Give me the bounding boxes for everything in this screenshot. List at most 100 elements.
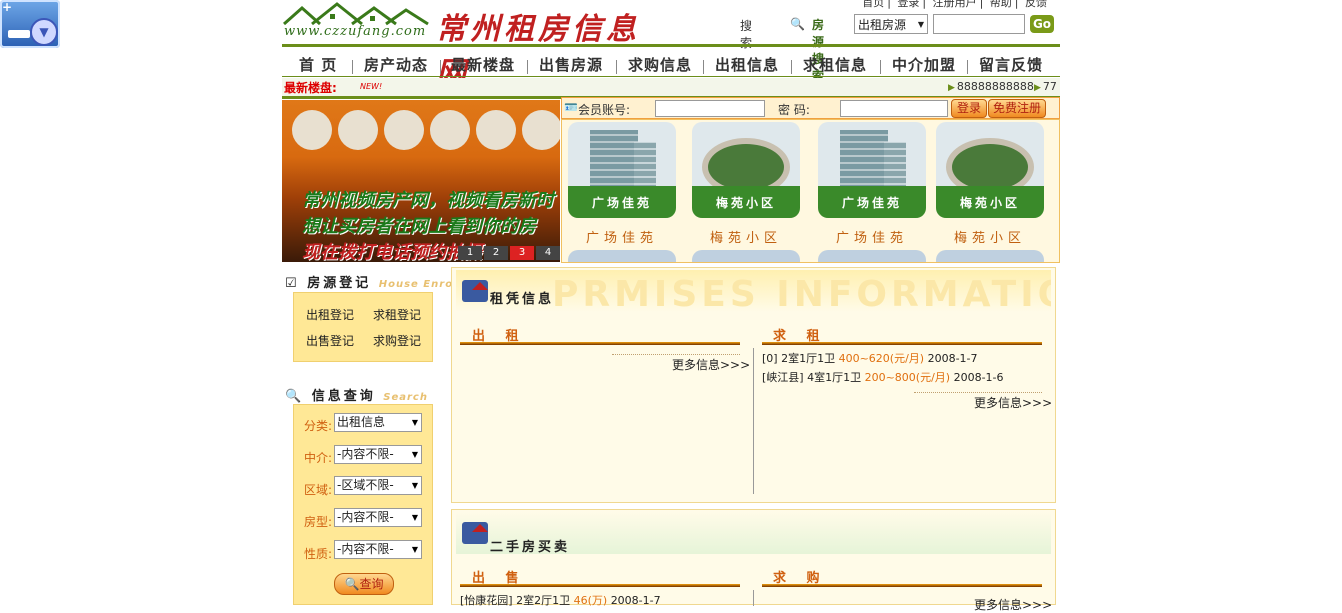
sell-register-link[interactable]: 出售登记 [306, 332, 354, 349]
item-room: 2室1厅1卫 [781, 352, 836, 365]
banner-figure [384, 110, 424, 150]
site-logo[interactable]: www.czzufang.com 常州租房信息网 [282, 0, 662, 91]
top-link-login[interactable]: 登录 [897, 0, 919, 9]
site-container: www.czzufang.com 常州租房信息网 首页 | 登录 | 注册用户 | 帮… [282, 0, 1060, 612]
banner-figure [292, 110, 332, 150]
agency-select[interactable]: -内容不限- [334, 445, 422, 464]
gallery-thumb-2[interactable]: 梅苑小区 [692, 122, 800, 218]
phone-number: 88888888888 [956, 80, 1034, 93]
banner-figure [430, 110, 470, 150]
search-box: 分类: 出租信息 中介: -内容不限- 区域: -区域不限- 房型: -内容不限… [293, 404, 433, 605]
gallery-thumb-3[interactable]: 广场佳苑 [818, 122, 926, 218]
title-underline [762, 342, 1042, 345]
banner-page-3[interactable]: 3 [510, 246, 534, 260]
banner-page-2[interactable]: 2 [484, 246, 508, 260]
thumb-overlay-text: 广场佳苑 [591, 196, 652, 210]
top-link-register[interactable]: 注册用户 [933, 0, 977, 9]
garden-image [708, 144, 784, 190]
nav-news[interactable]: 房产动态 [364, 54, 428, 75]
agency-label: 中介: [304, 451, 333, 465]
search-icon: 🔍 [790, 17, 805, 31]
search-input[interactable] [933, 14, 1025, 34]
register-button[interactable]: 免费注册 [988, 99, 1046, 118]
category-select[interactable]: 出租信息 [334, 413, 422, 432]
wanted-buy-register-link[interactable]: 求购登记 [373, 332, 421, 349]
nature-label: 性质: [304, 547, 333, 561]
banner-page-1[interactable]: 1 [458, 246, 482, 260]
promo-banner[interactable]: 常州视频房产网，视频看房新时 想让买房者在网上看到你的房 现在拨打电话预约拍摄 … [282, 100, 560, 262]
nav-wanted-rent[interactable]: 求租信息 [803, 54, 867, 75]
account-label: 会员账号: [578, 103, 631, 117]
district-select[interactable]: -区域不限- [334, 476, 422, 495]
nav-for-rent[interactable]: 出租信息 [715, 54, 779, 75]
list-item[interactable]: [峡江县] 4室1厅1卫 200~800(元/月) 2008-1-6 [762, 369, 1004, 385]
account-input[interactable] [655, 100, 765, 117]
nav-feedback[interactable]: 留言反馈 [979, 54, 1043, 75]
property-gallery: 广场佳苑 梅苑小区 广场佳苑 梅苑小区 广场佳苑 梅苑小区 广场佳苑 梅苑小区 [561, 119, 1060, 263]
thumb-overlay-text: 梅苑小区 [715, 196, 776, 210]
gallery-caption-1[interactable]: 广场佳苑 [567, 227, 677, 246]
top-link-feedback[interactable]: 反馈 [1025, 0, 1047, 9]
chevron-down-icon: ▼ [30, 18, 58, 46]
item-date: 2008-1-6 [953, 371, 1004, 384]
building-image [840, 130, 888, 190]
nav-separator [527, 60, 528, 74]
wanted-rent-register-link[interactable]: 求租登记 [373, 306, 421, 323]
title-underline [460, 584, 740, 587]
building-image [590, 130, 638, 190]
query-button-label: 查询 [359, 577, 384, 591]
nav-wanted-buy[interactable]: 求购信息 [628, 54, 692, 75]
rent-out-more-link[interactable]: 更多信息>>> [672, 356, 750, 373]
room-type-select[interactable]: -内容不限- [334, 508, 422, 527]
column-divider [753, 590, 754, 606]
gallery-caption-2[interactable]: 梅苑小区 [691, 227, 801, 246]
go-button[interactable]: Go [1030, 15, 1054, 33]
gallery-thumb-1[interactable]: 广场佳苑 [568, 122, 676, 218]
nature-select[interactable]: -内容不限- [334, 540, 422, 559]
login-button[interactable]: 登录 [951, 99, 987, 118]
triangle-icon: ▶ [1034, 83, 1041, 93]
triangle-icon: ▶ [948, 83, 955, 93]
phone-link-2[interactable]: ▶ 77 [1034, 80, 1057, 93]
house-enrol-title: 房源登记 [307, 276, 372, 291]
desktop-shortcut-icon[interactable]: + ▼ [0, 0, 60, 48]
house-enrol-box: 出租登记 求租登记 出售登记 求购登记 [293, 292, 433, 362]
nav-separator [440, 60, 441, 74]
new-builds-label: 最新楼盘: [284, 81, 337, 95]
password-input[interactable] [840, 100, 948, 117]
password-label: 密 码: [778, 103, 810, 117]
gallery-caption-4[interactable]: 梅苑小区 [935, 227, 1045, 246]
list-item[interactable]: [怡康花园] 2室2厅1卫 46(万) 2008-1-7 [460, 592, 661, 608]
item-area: [0] [762, 352, 778, 365]
search-type-select[interactable]: 出租房源 [854, 14, 928, 35]
search-icon: 🔍 [285, 389, 305, 404]
nav-new-builds[interactable]: 最新楼盘 [451, 54, 515, 75]
phone-link[interactable]: ▶ 88888888888 [948, 80, 1034, 93]
panel-background-text: PRMISES INFORMATION [552, 274, 1051, 312]
top-link-home[interactable]: 首页 [862, 0, 884, 9]
second-hand-panel: 二手房买卖 出 售 求 购 [怡康花园] 2室2厅1卫 46(万) 2008-1… [451, 509, 1056, 612]
nav-agency[interactable]: 中介加盟 [892, 54, 956, 75]
nav-separator [880, 60, 881, 74]
rent-out-register-link[interactable]: 出租登记 [306, 306, 354, 323]
nav-home[interactable]: 首 页 [299, 54, 337, 75]
sale-panel-header: 二手房买卖 [456, 512, 1051, 554]
query-button[interactable]: 🔍查询 [334, 573, 394, 595]
nav-for-sale[interactable]: 出售房源 [539, 54, 603, 75]
member-card-icon: 🪪 [564, 101, 578, 114]
thumb-overlay-text: 梅苑小区 [959, 196, 1020, 210]
new-builds-bar: 最新楼盘: NEW! ▶ 88888888888 ▶ 77 [282, 78, 1060, 99]
gallery-thumb-4[interactable]: 梅苑小区 [936, 122, 1044, 218]
list-item[interactable]: [0] 2室1厅1卫 400~620(元/月) 2008-1-7 [762, 350, 978, 366]
banner-figure [338, 110, 378, 150]
title-underline [460, 342, 740, 345]
gallery-thumb-next-row [818, 250, 926, 262]
thumb-overlay-text: 广场佳苑 [841, 196, 902, 210]
item-area: [怡康花园] [460, 594, 513, 607]
top-link-help[interactable]: 帮助 [990, 0, 1012, 9]
item-date: 2008-1-7 [610, 594, 661, 607]
banner-page-4[interactable]: 4 [536, 246, 560, 260]
room-type-label: 房型: [304, 515, 333, 529]
gallery-caption-3[interactable]: 广场佳苑 [817, 227, 927, 246]
wanted-rent-more-link[interactable]: 更多信息>>> [974, 394, 1052, 411]
